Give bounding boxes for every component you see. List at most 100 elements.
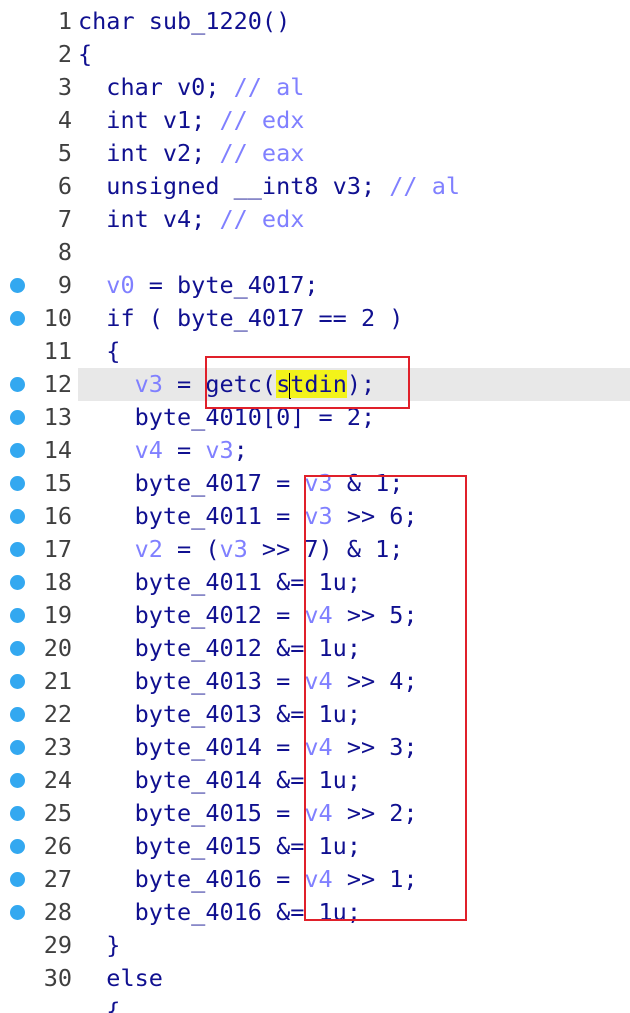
breakpoint-dot-icon[interactable] xyxy=(10,509,25,524)
code-text: byte_4014 = v4 >> 3; xyxy=(78,731,418,764)
code-line[interactable]: { xyxy=(0,995,630,1013)
code-line[interactable]: 29 } xyxy=(0,929,630,962)
code-line[interactable]: 15 byte_4017 = v3 & 1; xyxy=(0,467,630,500)
code-line[interactable]: 22 byte_4013 &= 1u; xyxy=(0,698,630,731)
highlighted-token: s xyxy=(276,370,291,398)
breakpoint-dot-icon[interactable] xyxy=(10,608,25,623)
code-line[interactable]: 10 if ( byte_4017 == 2 ) xyxy=(0,302,630,335)
code-line[interactable]: 14 v4 = v3; xyxy=(0,434,630,467)
comment-token: // edx xyxy=(219,205,305,233)
breakpoint-dot-icon[interactable] xyxy=(10,575,25,590)
comment-token: // eax xyxy=(219,139,305,167)
code-token: else xyxy=(78,964,163,992)
code-text: int v1; // edx xyxy=(78,104,304,137)
code-line[interactable]: 17 v2 = (v3 >> 7) & 1; xyxy=(0,533,630,566)
line-number: 12 xyxy=(43,370,72,398)
code-line[interactable]: 7 int v4; // edx xyxy=(0,203,630,236)
variable-token: v3 xyxy=(304,469,333,497)
variable-token: v2 xyxy=(134,535,163,563)
pseudocode-view[interactable]: 1 char sub_1220() 2{3 char v0; // al 4 int … xyxy=(0,0,630,1013)
code-token: int v4; xyxy=(78,205,220,233)
code-line[interactable]: 25 byte_4015 = v4 >> 2; xyxy=(0,797,630,830)
code-text: v2 = (v3 >> 7) & 1; xyxy=(78,533,404,566)
breakpoint-dot-icon[interactable] xyxy=(10,641,25,656)
code-text: byte_4015 = v4 >> 2; xyxy=(78,797,418,830)
comment-token: // edx xyxy=(219,106,305,134)
code-token: } xyxy=(78,931,121,959)
breakpoint-dot-icon[interactable] xyxy=(10,443,25,458)
code-line[interactable]: 18 byte_4011 &= 1u; xyxy=(0,566,630,599)
code-token: { xyxy=(78,40,93,68)
line-number: 13 xyxy=(43,403,72,431)
breakpoint-dot-icon[interactable] xyxy=(10,377,25,392)
code-line[interactable]: 28 byte_4016 &= 1u; xyxy=(0,896,630,929)
code-line[interactable]: 13 byte_4010[0] = 2; xyxy=(0,401,630,434)
variable-token: v4 xyxy=(304,601,333,629)
code-line[interactable]: 8 xyxy=(0,236,630,269)
line-number: 15 xyxy=(43,469,72,497)
line-number: 16 xyxy=(43,502,72,530)
code-token: { xyxy=(78,337,121,365)
code-text: byte_4016 &= 1u; xyxy=(78,896,361,929)
breakpoint-dot-icon[interactable] xyxy=(10,410,25,425)
code-token: >> 7) & 1; xyxy=(247,535,404,563)
code-line[interactable]: 6 unsigned __int8 v3; // al xyxy=(0,170,630,203)
code-line[interactable]: 2{ xyxy=(0,38,630,71)
code-line[interactable]: 24 byte_4014 &= 1u; xyxy=(0,764,630,797)
code-line[interactable]: 12 v3 = getc(stdin); xyxy=(10,368,630,401)
breakpoint-dot-icon[interactable] xyxy=(10,905,25,920)
code-text: byte_4013 &= 1u; xyxy=(78,698,361,731)
code-line[interactable]: 4 int v1; // edx xyxy=(0,104,630,137)
code-line[interactable]: 3 char v0; // al xyxy=(0,71,630,104)
line-number: 2 xyxy=(57,40,72,68)
code-token: byte_4014 &= 1u; xyxy=(78,766,361,794)
breakpoint-dot-icon[interactable] xyxy=(10,311,25,326)
code-line[interactable]: 27 byte_4016 = v4 >> 1; xyxy=(0,863,630,896)
breakpoint-dot-icon[interactable] xyxy=(10,476,25,491)
breakpoint-dot-icon[interactable] xyxy=(10,806,25,821)
breakpoint-dot-icon[interactable] xyxy=(10,542,25,557)
code-text: byte_4011 = v3 >> 6; xyxy=(78,500,418,533)
breakpoint-dot-icon[interactable] xyxy=(10,773,25,788)
code-token: if ( byte_4017 == 2 ) xyxy=(78,304,404,332)
code-token: byte_4017 = xyxy=(78,469,305,497)
variable-token: v3 xyxy=(304,502,333,530)
code-token: byte_4012 = xyxy=(78,601,305,629)
line-number: 5 xyxy=(57,139,72,167)
code-line[interactable]: 30 else xyxy=(0,962,630,995)
comment-token: // al xyxy=(389,172,461,200)
code-line[interactable]: 5 int v2; // eax xyxy=(0,137,630,170)
code-token: & 1; xyxy=(332,469,404,497)
code-line[interactable]: 9 v0 = byte_4017; xyxy=(0,269,630,302)
breakpoint-dot-icon[interactable] xyxy=(10,740,25,755)
code-text: else xyxy=(78,962,163,995)
code-line[interactable]: 26 byte_4015 &= 1u; xyxy=(0,830,630,863)
code-line[interactable]: 19 byte_4012 = v4 >> 5; xyxy=(0,599,630,632)
breakpoint-dot-icon[interactable] xyxy=(10,872,25,887)
breakpoint-dot-icon[interactable] xyxy=(10,674,25,689)
code-token: byte_4010[0] = 2; xyxy=(78,403,376,431)
code-text: char sub_1220() xyxy=(78,5,290,38)
line-number: 8 xyxy=(57,238,72,266)
code-line[interactable]: 20 byte_4012 &= 1u; xyxy=(0,632,630,665)
code-text: int v4; // edx xyxy=(78,203,304,236)
code-line[interactable]: 11 { xyxy=(0,335,630,368)
code-line[interactable]: 23 byte_4014 = v4 >> 3; xyxy=(0,731,630,764)
breakpoint-dot-icon[interactable] xyxy=(10,707,25,722)
code-text: byte_4012 &= 1u; xyxy=(78,632,361,665)
line-number: 7 xyxy=(57,205,72,233)
code-text: byte_4017 = v3 & 1; xyxy=(78,467,404,500)
line-number: 4 xyxy=(57,106,72,134)
code-token: >> 5; xyxy=(332,601,418,629)
breakpoint-dot-icon[interactable] xyxy=(10,278,25,293)
code-line[interactable]: 21 byte_4013 = v4 >> 4; xyxy=(0,665,630,698)
code-line[interactable]: 16 byte_4011 = v3 >> 6; xyxy=(0,500,630,533)
code-token: byte_4016 &= 1u; xyxy=(78,898,361,926)
code-token: ; xyxy=(233,436,248,464)
code-token: byte_4011 &= 1u; xyxy=(78,568,361,596)
breakpoint-dot-icon[interactable] xyxy=(10,839,25,854)
code-line[interactable]: 1 char sub_1220() xyxy=(0,5,630,38)
code-token: byte_4015 &= 1u; xyxy=(78,832,361,860)
code-text: byte_4015 &= 1u; xyxy=(78,830,361,863)
